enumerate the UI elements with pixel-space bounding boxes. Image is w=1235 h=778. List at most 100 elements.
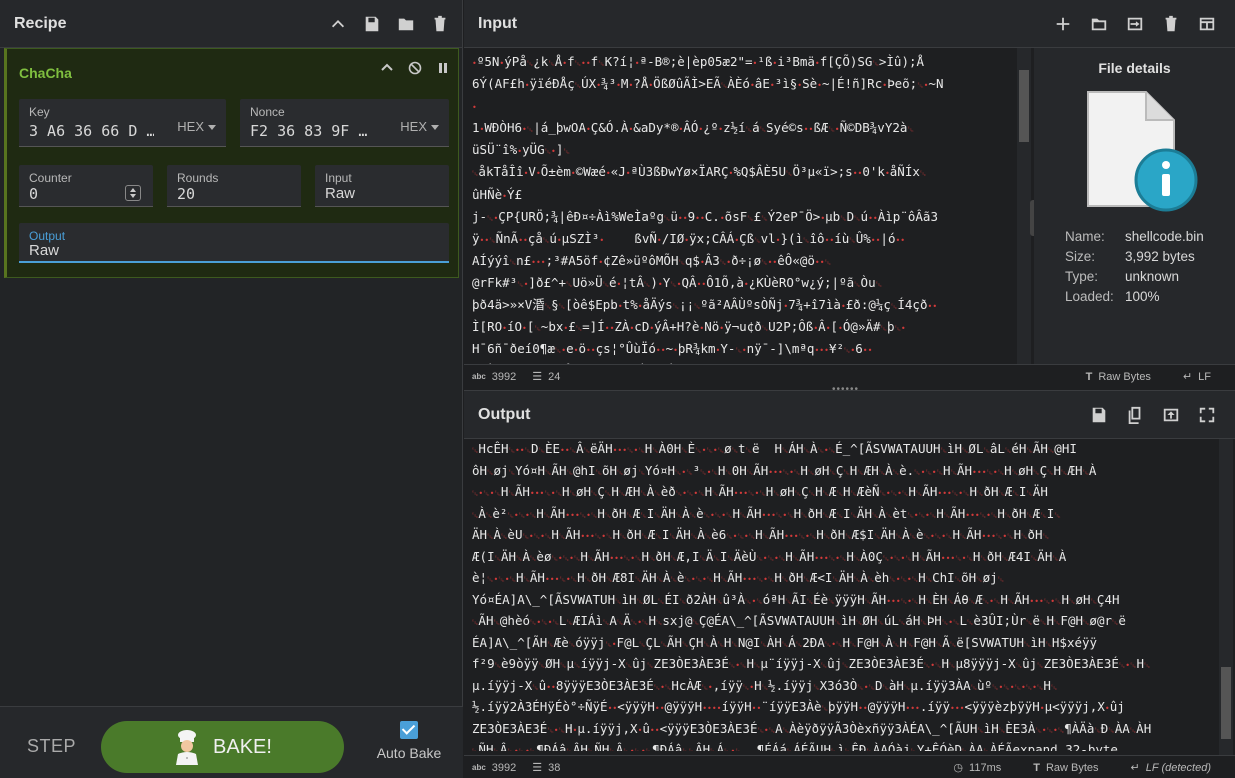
input-line: Ì[RO•íO•[␛~bx•£␛=]Í••ZÀ•cD•ýÂ+H?è•Nö•ÿ¬u… — [472, 319, 906, 335]
collapse-operation-icon[interactable] — [380, 61, 394, 75]
nonce-field[interactable]: Nonce F2 36 83 9F … HEX — [240, 99, 449, 147]
input-header: Input — [464, 0, 1235, 48]
input-line: •º5N•ýPå␛¿k␛Å•f␛••f␛K?í¦•ª-B®;è|èp05æ2"=… — [472, 54, 925, 69]
nonce-label: Nonce — [250, 105, 285, 119]
file-type-row: Type: unknown — [1065, 269, 1180, 284]
output-header: Output — [464, 391, 1235, 439]
output-textarea[interactable]: ␛HcÊH␛••␛D␛ÈE••␛Â␛ëÄH•••␛•␛H␛À0H␛È␛•␛•␛ø… — [470, 439, 1218, 751]
bake-label: BAKE! — [213, 735, 272, 758]
input-line: üSÜ¨î%•yÜG␛•]␛ — [472, 142, 570, 158]
input-format-label: Input — [325, 171, 352, 185]
file-size-row: Size: 3,992 bytes — [1065, 249, 1195, 264]
input-eol[interactable]: ↵ LF — [1183, 370, 1211, 384]
output-length: abc 3992 — [472, 761, 517, 774]
bake-button[interactable]: BAKE! — [101, 721, 344, 773]
controls-bar: STEP BAKE! Auto Bake — [0, 706, 463, 778]
autobake-toggle[interactable]: Auto Bake — [376, 721, 442, 763]
open-folder-icon[interactable] — [1089, 14, 1109, 34]
save-output-icon[interactable] — [1089, 405, 1109, 425]
key-label: Key — [29, 105, 50, 119]
input-line: ûHÑè•Ý£ — [472, 186, 523, 202]
recipe-title: Recipe — [14, 14, 67, 32]
input-line: þð4ä>»×V涽␛§␛[òê$Epb•t%•åÄýs␛¡¡␛ºã²AÂÙºsÒ… — [472, 297, 938, 313]
key-field[interactable]: Key 3 A6 36 66 D … HEX — [19, 99, 226, 147]
collapse-recipe-icon[interactable] — [328, 14, 348, 34]
rounds-input[interactable]: 20 — [177, 185, 195, 203]
file-loaded-row: Loaded: 100% — [1065, 289, 1160, 304]
cyberchef-app: Recipe ChaCha Key 3 A6 36 66 D … HEX Non… — [0, 0, 1235, 778]
input-title: Input — [478, 14, 518, 32]
file-name: shellcode.bin — [1125, 229, 1204, 244]
file-details-pane: File details Name: shellcode.bin Size: 3,9… — [1034, 48, 1235, 364]
output-lines: ☰ 38 — [532, 761, 561, 775]
output-line: Yó¤ÉA]A\_^[ÃSVWATUH␛ìH␛ØL␛ÉI␛ð2ÀH␛û³À␛•␛… — [472, 591, 1120, 607]
recipe-panel: Recipe ChaCha Key 3 A6 36 66 D … HEX Non… — [0, 0, 463, 778]
disable-operation-icon[interactable] — [408, 61, 422, 75]
input-line: @rFk#³␛•]ð£^+␛Uö»Ü␛é•¦tÂ␛)•Y␛•QÂ••Ô1Õ,à•… — [472, 274, 883, 290]
copy-output-icon[interactable] — [1125, 405, 1145, 425]
input-textarea[interactable]: •º5N•ýPå␛¿k␛Å•f␛••f␛K?í¦•ª-B®;è|èp05æ2"=… — [470, 52, 1014, 364]
output-line: f²9␛è9òÿÿ␛ØH␛µ␛íÿÿj-X␛ûj␛ZE3ÒE3ÀE3É␛•␛H␛… — [472, 656, 1151, 671]
step-button[interactable]: STEP — [27, 736, 76, 757]
autobake-checkbox[interactable] — [400, 721, 418, 739]
input-scrollbar[interactable] — [1017, 48, 1031, 364]
replace-input-icon[interactable] — [1161, 405, 1181, 425]
input-line: 6Ý(AF£h•ÿïéÐÅç␛ÚX•¾³•M•?Å•ÖßØûÃÌ>EÃ␛ÀÈó•… — [472, 76, 944, 92]
output-title: Output — [478, 405, 531, 423]
pause-operation-icon[interactable] — [436, 61, 450, 75]
file-loaded: 100% — [1125, 289, 1160, 304]
maximise-output-icon[interactable] — [1197, 405, 1217, 425]
input-lines: ☰ 24 — [532, 370, 561, 384]
rounds-field[interactable]: Rounds 20 — [167, 165, 301, 207]
output-line: è¦␛•␛•␛H␛ÃH•••␛•␛H␛ðH␛Æ8I␛ÄH␛À␛è␛•␛•␛H␛Ã… — [472, 570, 1005, 585]
output-line: ␛À␛è²␛•␛•␛H␛ÃH•••␛•␛H␛ðH␛Æ␛I␛ÄH␛À␛è␛•␛•␛… — [472, 505, 1061, 521]
clear-recipe-icon[interactable] — [430, 14, 450, 34]
file-name-row: Name: shellcode.bin — [1065, 229, 1204, 244]
key-input[interactable]: 3 A6 36 66 D … — [29, 122, 154, 140]
chef-icon — [176, 730, 199, 765]
output-line: Æ(I␛ÄH␛À␛èø␛•␛•␛H␛ÃH•••␛•␛H␛ðH␛Æ,I␛Ä␛I␛Ä… — [472, 548, 1067, 564]
rounds-label: Rounds — [177, 171, 219, 185]
input-panel: Input •º5N•ýPå␛¿k␛Å•f␛••f␛K?í¦•ª-B®;è|èp… — [464, 0, 1235, 388]
add-tab-icon[interactable] — [1053, 14, 1073, 34]
output-line: ZE3ÒE3ÀE3É␛•␛H•µ.íÿÿj,X•û••<ÿÿÿE3ÒE3ÀE3É… — [472, 720, 1152, 736]
input-line: • — [472, 103, 477, 113]
load-recipe-icon[interactable] — [396, 14, 416, 34]
output-eol[interactable]: ↵ LF (detected) — [1131, 761, 1211, 775]
recipe-header: Recipe — [0, 0, 462, 48]
nonce-format-dropdown[interactable]: HEX — [400, 119, 439, 134]
output-status-bar: abc 3992 ☰ 38 ◷ 117ms T Raw Bytes ↵ LF (detec… — [464, 755, 1235, 778]
reset-layout-icon[interactable] — [1197, 14, 1217, 34]
output-format-field[interactable]: Output Raw — [19, 223, 449, 263]
autobake-label: Auto Bake — [376, 745, 442, 761]
key-format-dropdown[interactable]: HEX — [177, 119, 216, 134]
output-line: ôH␛øj␛Yó¤H␛ÃH␛@hI␛õH␛øj␛Yó¤H␛•␛³␛•␛H␛0H␛… — [472, 462, 1097, 478]
input-line: H¯6ñ¯ðeí0¶æ␛•e•ö••çs¦°ÛùÏó••~•þR¾km•Y-␛•… — [472, 341, 873, 357]
input-format-select[interactable]: Raw — [325, 185, 355, 202]
input-format-field[interactable]: Input Raw — [315, 165, 449, 207]
counter-field[interactable]: Counter 0 — [19, 165, 153, 207]
output-line: ÄH␛À␛èU␛•␛•␛H␛ÃH•••␛•␛H␛ðH␛Æ␛I␛ÄH␛À␛è6␛•… — [472, 527, 1049, 542]
nonce-input[interactable]: F2 36 83 9F … — [250, 122, 375, 140]
input-line: ␛åkTåÎî•V•Õ±èm•©Wæé•«J•ªÙ3ßÐwYø×ÏARÇ•%Q$… — [472, 164, 927, 180]
input-encoding[interactable]: T Raw Bytes — [1086, 370, 1151, 383]
counter-label: Counter — [29, 171, 72, 185]
operation-chacha: ChaCha Key 3 A6 36 66 D … HEX Nonce F2 3… — [4, 48, 459, 278]
clear-input-icon[interactable] — [1161, 14, 1181, 34]
save-recipe-icon[interactable] — [362, 14, 382, 34]
output-format-select[interactable]: Raw — [29, 242, 59, 259]
output-line: ␛•␛•␛H␛ÃH•••␛•␛H␛øH␛Ç␛H␛ÆH␛À␛èð␛•␛•␛H␛ÃH… — [472, 484, 1048, 499]
output-line: µ.íÿÿj-X␛û••8ÿÿÿE3ÒE3ÀE3É␛•␛HcÀÆ␛•,íÿÿ␛•… — [472, 677, 1058, 693]
input-line: ÿ••␛ÑnÃ••çå␛ú•µSZÌ³• ßvÑ•/IØ•ÿx;CÂÁ•Çß␛v… — [472, 230, 906, 246]
file-info-icon — [1087, 91, 1198, 212]
output-line: ␛HcÊH␛••␛D␛ÈE••␛Â␛ëÄH•••␛•␛H␛À0H␛È␛•␛•␛ø… — [472, 441, 1077, 456]
operation-title: ChaCha — [19, 65, 72, 81]
counter-stepper[interactable] — [125, 185, 141, 201]
file-type: unknown — [1125, 269, 1180, 284]
counter-input[interactable]: 0 — [29, 185, 38, 203]
output-scrollbar[interactable] — [1219, 439, 1233, 755]
output-encoding[interactable]: T Raw Bytes — [1033, 761, 1098, 774]
file-details-title: File details — [1098, 60, 1171, 76]
open-file-icon[interactable] — [1125, 14, 1145, 34]
input-line: j-␛•ÇP{URÖ;¾|êÐ¤÷Àì%WeÌaºg␛ü••9••C.•õsF␛… — [472, 208, 938, 224]
